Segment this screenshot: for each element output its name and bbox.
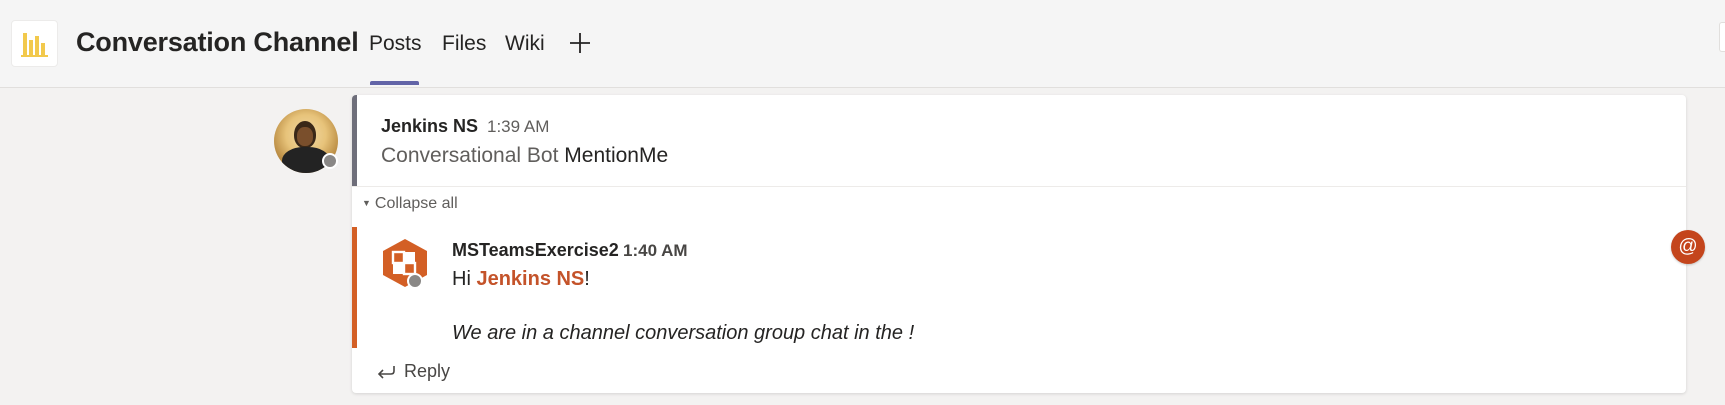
message-greeting: Hi Jenkins NS! — [452, 268, 590, 291]
divider — [352, 186, 1686, 187]
conversation-thread: Jenkins NS 1:39 AM Conversational Bot Me… — [352, 95, 1686, 393]
at-mention-icon[interactable]: @ — [1671, 230, 1705, 264]
bar-chart-icon[interactable] — [11, 20, 58, 67]
presence-status-icon — [407, 273, 423, 289]
side-panel-toggle[interactable] — [1719, 22, 1725, 52]
reply-label: Reply — [404, 361, 451, 381]
triangle-down-icon: ▼ — [362, 198, 371, 208]
message-timestamp: 1:39 AM — [487, 117, 550, 136]
avatar-face — [297, 127, 313, 146]
plus-icon[interactable] — [568, 31, 592, 55]
channel-header: Conversation Channel Posts Files Wiki — [0, 0, 1725, 88]
message-author[interactable]: MSTeamsExercise2 — [452, 240, 619, 261]
tab-files[interactable]: Files — [442, 32, 486, 56]
reply-arrow-icon — [377, 366, 395, 379]
app-hexagon-icon[interactable] — [379, 237, 431, 289]
presence-status-icon — [322, 153, 338, 169]
bot-mention[interactable]: Conversational Bot — [381, 144, 558, 167]
channel-title: Conversation Channel — [76, 27, 359, 57]
message-text: MentionMe — [564, 144, 669, 167]
user-mention[interactable]: Jenkins NS — [476, 268, 584, 290]
tab-wiki[interactable]: Wiki — [505, 32, 545, 56]
greeting-suffix: ! — [584, 268, 590, 290]
collapse-all-button[interactable]: ▼ Collapse all — [362, 195, 458, 213]
greeting-prefix: Hi — [452, 268, 477, 290]
message-text: We are in a channel conversation group c… — [452, 322, 915, 344]
active-tab-indicator — [370, 81, 419, 85]
reply-message[interactable]: MSTeamsExercise2 1:40 AM Hi Jenkins NS! … — [352, 227, 1686, 348]
root-message[interactable]: Jenkins NS 1:39 AM Conversational Bot Me… — [352, 95, 1686, 186]
tab-posts[interactable]: Posts — [369, 32, 422, 56]
message-timestamp: 1:40 AM — [623, 241, 688, 260]
message-body: Conversational Bot MentionMe — [381, 144, 668, 168]
reply-button[interactable]: Reply — [376, 361, 450, 382]
message-author[interactable]: Jenkins NS — [381, 116, 478, 137]
collapse-label: Collapse all — [374, 195, 458, 212]
